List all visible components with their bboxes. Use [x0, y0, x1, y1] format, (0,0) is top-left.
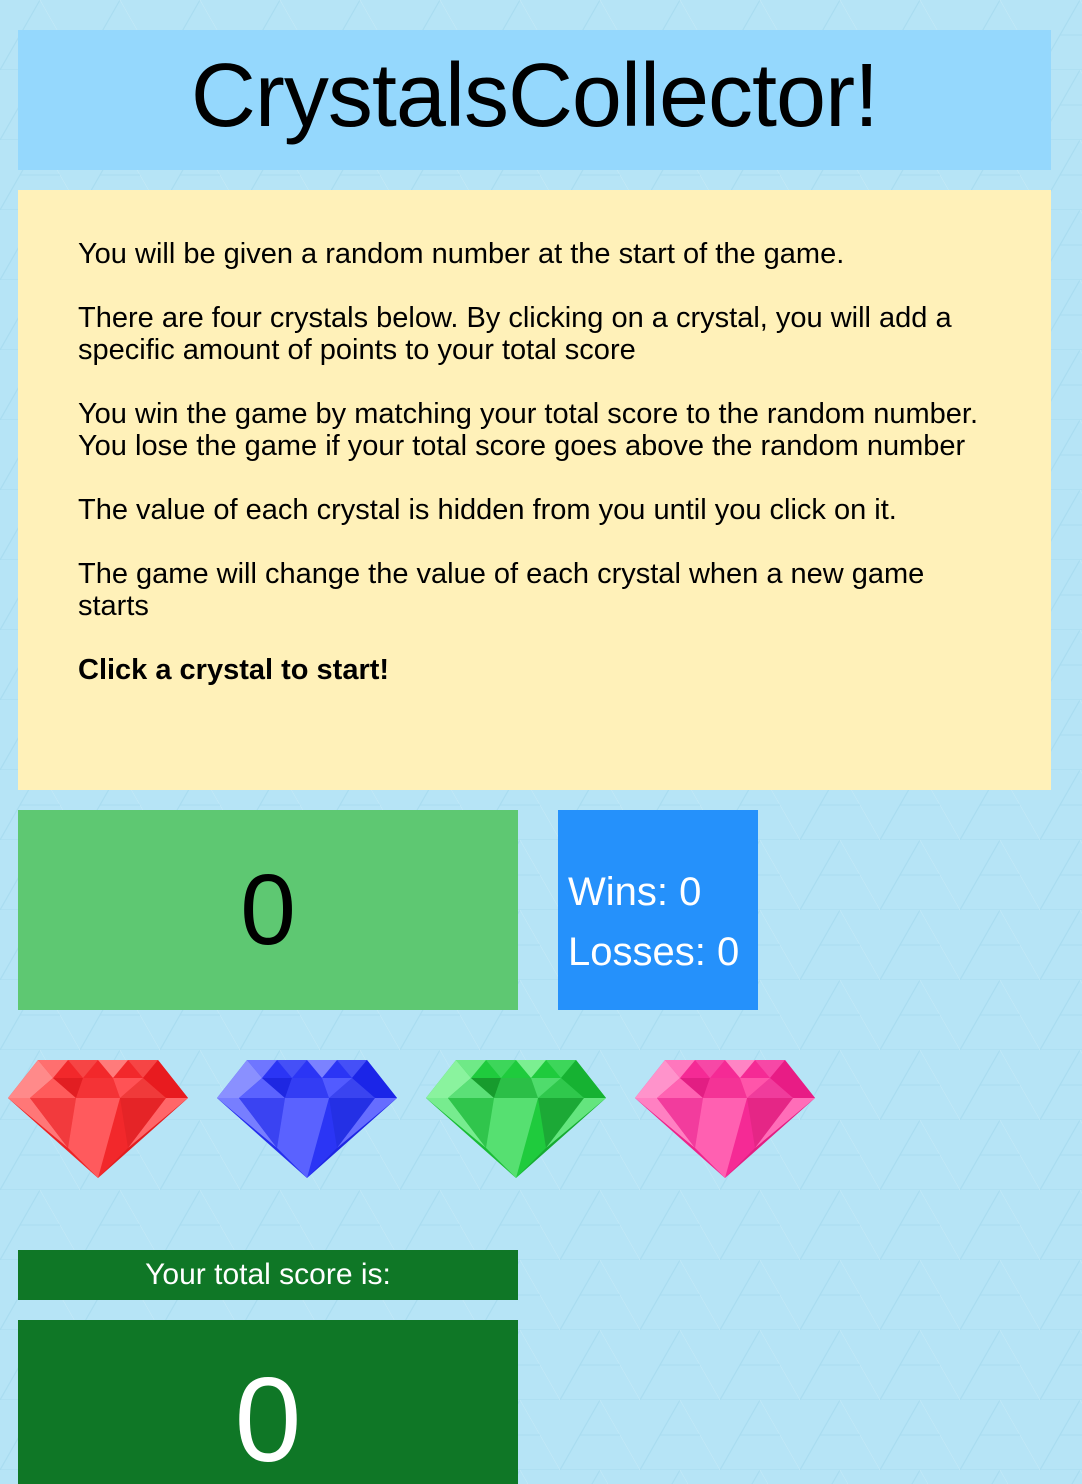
total-score-value: 0	[234, 1353, 302, 1484]
instruction-line: You win the game by matching your total …	[78, 398, 979, 462]
start-prompt: Click a crystal to start!	[78, 654, 390, 686]
green-crystal-icon[interactable]	[426, 1058, 606, 1180]
instruction-line: There are four crystals below. By clicki…	[78, 302, 952, 366]
stats-box: Wins: 0 Losses: 0	[558, 810, 758, 1010]
score-label-box: Your total score is:	[18, 1250, 518, 1300]
random-number-box: 0	[18, 810, 518, 1010]
instruction-line: You will be given a random number at the…	[78, 238, 845, 270]
blue-crystal-icon[interactable]	[217, 1058, 397, 1180]
pink-crystal-icon[interactable]	[635, 1058, 815, 1180]
total-score-box: 0	[18, 1320, 518, 1484]
header-banner: CrystalsCollector!	[18, 30, 1051, 170]
instructions-panel: You will be given a random number at the…	[18, 190, 1051, 790]
red-crystal-icon[interactable]	[8, 1058, 188, 1180]
score-label: Your total score is:	[145, 1258, 391, 1291]
instruction-line: The value of each crystal is hidden from…	[78, 494, 897, 526]
random-number-value: 0	[240, 853, 296, 966]
wins-count: Wins: 0	[568, 870, 702, 914]
instruction-line: The game will change the value of each c…	[78, 558, 925, 622]
page-title: CrystalsCollector!	[190, 45, 879, 146]
losses-count: Losses: 0	[568, 930, 740, 974]
